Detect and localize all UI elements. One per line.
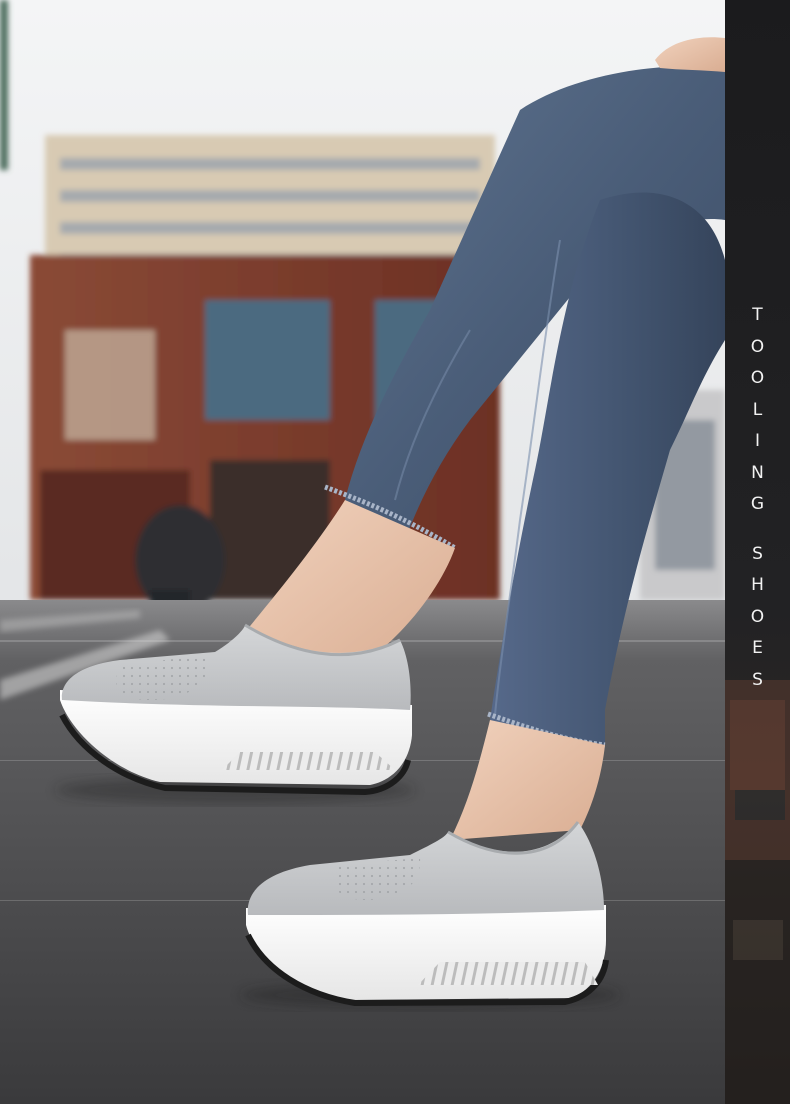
label-letter: N [751, 462, 764, 483]
label-letter: O [750, 606, 765, 627]
label-letter: O [750, 336, 765, 357]
label-letter: T [752, 305, 763, 325]
lifestyle-photo [0, 0, 725, 1104]
tooling-shoes-label: T O O L I N G S H O E S [725, 300, 790, 696]
label-letter: H [751, 575, 764, 595]
label-letter: O [750, 368, 765, 388]
label-letter: E [752, 638, 763, 658]
building-strip-image [725, 680, 790, 1104]
label-letter: S [752, 669, 763, 690]
label-letter: I [754, 431, 760, 451]
label-letter: L [752, 399, 763, 420]
label-letter: S [752, 543, 763, 564]
product-photo-panel: T O O L I N G S H O E S [0, 0, 790, 1104]
photo-illustration [0, 0, 725, 1104]
label-letter: G [750, 494, 765, 514]
side-label-band: T O O L I N G S H O E S [725, 0, 790, 1104]
